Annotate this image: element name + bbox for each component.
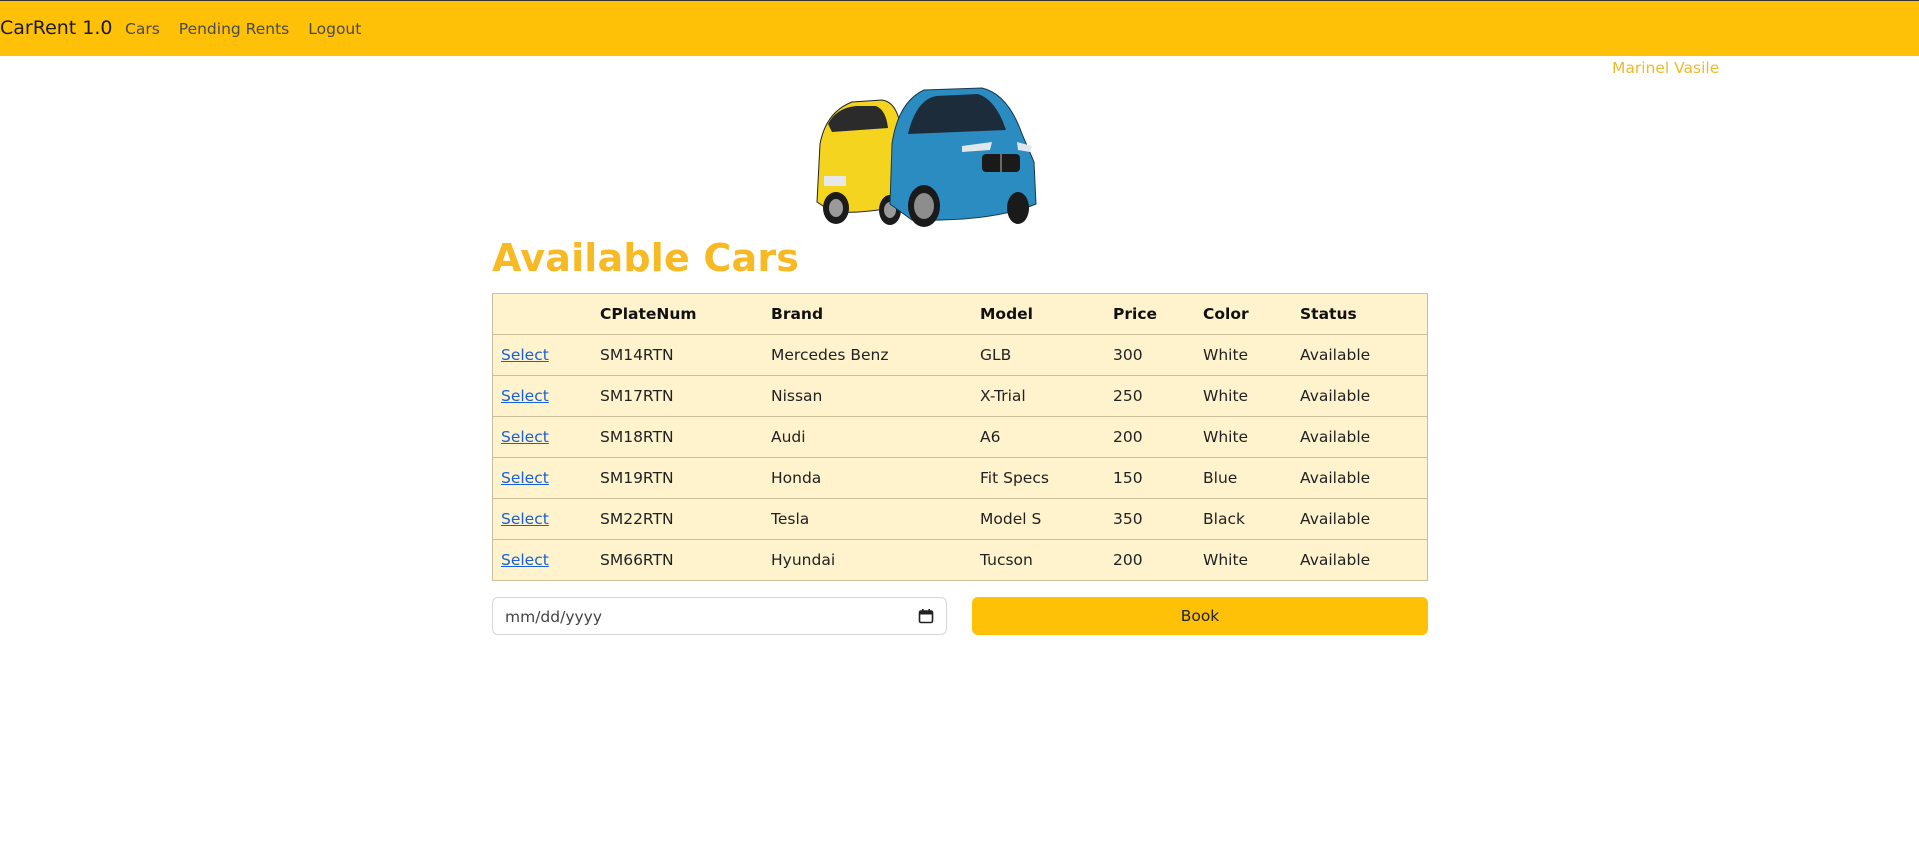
model-cell: Tucson	[972, 539, 1105, 581]
brand-cell: Nissan	[763, 375, 972, 417]
book-button[interactable]: Book	[972, 597, 1428, 635]
brand-cell: Honda	[763, 457, 972, 499]
plate-number-cell: SM66RTN	[592, 539, 763, 581]
color-cell: White	[1195, 334, 1292, 376]
color-cell: White	[1195, 539, 1292, 581]
status-cell: Available	[1292, 498, 1428, 540]
brand-logo[interactable]: CarRent 1.0	[0, 17, 113, 39]
column-header-model: Model	[972, 293, 1105, 335]
status-cell: Available	[1292, 416, 1428, 458]
model-cell: Fit Specs	[972, 457, 1105, 499]
brand-cell: Tesla	[763, 498, 972, 540]
select-link[interactable]: Select	[501, 551, 549, 569]
plate-number-cell: SM14RTN	[592, 334, 763, 376]
nav-link-pending-rents[interactable]: Pending Rents	[179, 20, 289, 38]
column-header-brand: Brand	[763, 293, 972, 335]
brand-cell: Hyundai	[763, 539, 972, 581]
date-placeholder: mm/dd/yyyy	[505, 608, 603, 626]
model-cell: X-Trial	[972, 375, 1105, 417]
table-row: Select SM19RTN Honda Fit Specs 150 Blue …	[492, 457, 1428, 499]
column-header-status: Status	[1292, 293, 1428, 335]
price-cell: 350	[1105, 498, 1195, 540]
brand-cell: Mercedes Benz	[763, 334, 972, 376]
color-cell: White	[1195, 416, 1292, 458]
select-link[interactable]: Select	[501, 469, 549, 487]
plate-number-cell: SM17RTN	[592, 375, 763, 417]
price-cell: 200	[1105, 416, 1195, 458]
price-cell: 200	[1105, 539, 1195, 581]
plate-number-cell: SM22RTN	[592, 498, 763, 540]
table-header-row: CPlateNum Brand Model Price Color Status	[492, 293, 1428, 335]
rent-date-input[interactable]: mm/dd/yyyy	[492, 597, 947, 635]
status-cell: Available	[1292, 334, 1428, 376]
model-cell: Model S	[972, 498, 1105, 540]
table-row: Select SM18RTN Audi A6 200 White Availab…	[492, 416, 1428, 458]
navbar: CarRent 1.0 Cars Pending Rents Logout	[0, 0, 1919, 56]
status-cell: Available	[1292, 457, 1428, 499]
column-header-price: Price	[1105, 293, 1195, 335]
cars-hero-image	[816, 87, 1037, 227]
model-cell: GLB	[972, 334, 1105, 376]
model-cell: A6	[972, 416, 1105, 458]
table-row: Select SM66RTN Hyundai Tucson 200 White …	[492, 539, 1428, 581]
color-cell: Blue	[1195, 457, 1292, 499]
calendar-icon[interactable]	[918, 608, 934, 624]
brand-cell: Audi	[763, 416, 972, 458]
nav-link-cars[interactable]: Cars	[125, 20, 160, 38]
select-link[interactable]: Select	[501, 510, 549, 528]
user-name: Marinel Vasile	[1612, 59, 1720, 77]
price-cell: 300	[1105, 334, 1195, 376]
status-cell: Available	[1292, 375, 1428, 417]
column-header-select	[492, 293, 592, 335]
color-cell: Black	[1195, 498, 1292, 540]
nav-link-logout[interactable]: Logout	[308, 20, 361, 38]
table-row: Select SM22RTN Tesla Model S 350 Black A…	[492, 498, 1428, 540]
select-link[interactable]: Select	[501, 346, 549, 364]
color-cell: White	[1195, 375, 1292, 417]
nav-links: Cars Pending Rents Logout	[125, 20, 361, 38]
table-row: Select SM17RTN Nissan X-Trial 250 White …	[492, 375, 1428, 417]
plate-number-cell: SM19RTN	[592, 457, 763, 499]
column-header-color: Color	[1195, 293, 1292, 335]
plate-number-cell: SM18RTN	[592, 416, 763, 458]
column-header-cplatenum: CPlateNum	[592, 293, 763, 335]
select-link[interactable]: Select	[501, 387, 549, 405]
select-link[interactable]: Select	[501, 428, 549, 446]
blue-car-graphic	[889, 87, 1037, 227]
page-title: Available Cars	[492, 236, 800, 280]
table-row: Select SM14RTN Mercedes Benz GLB 300 Whi…	[492, 334, 1428, 376]
price-cell: 250	[1105, 375, 1195, 417]
available-cars-table: CPlateNum Brand Model Price Color Status…	[492, 293, 1428, 581]
price-cell: 150	[1105, 457, 1195, 499]
status-cell: Available	[1292, 539, 1428, 581]
